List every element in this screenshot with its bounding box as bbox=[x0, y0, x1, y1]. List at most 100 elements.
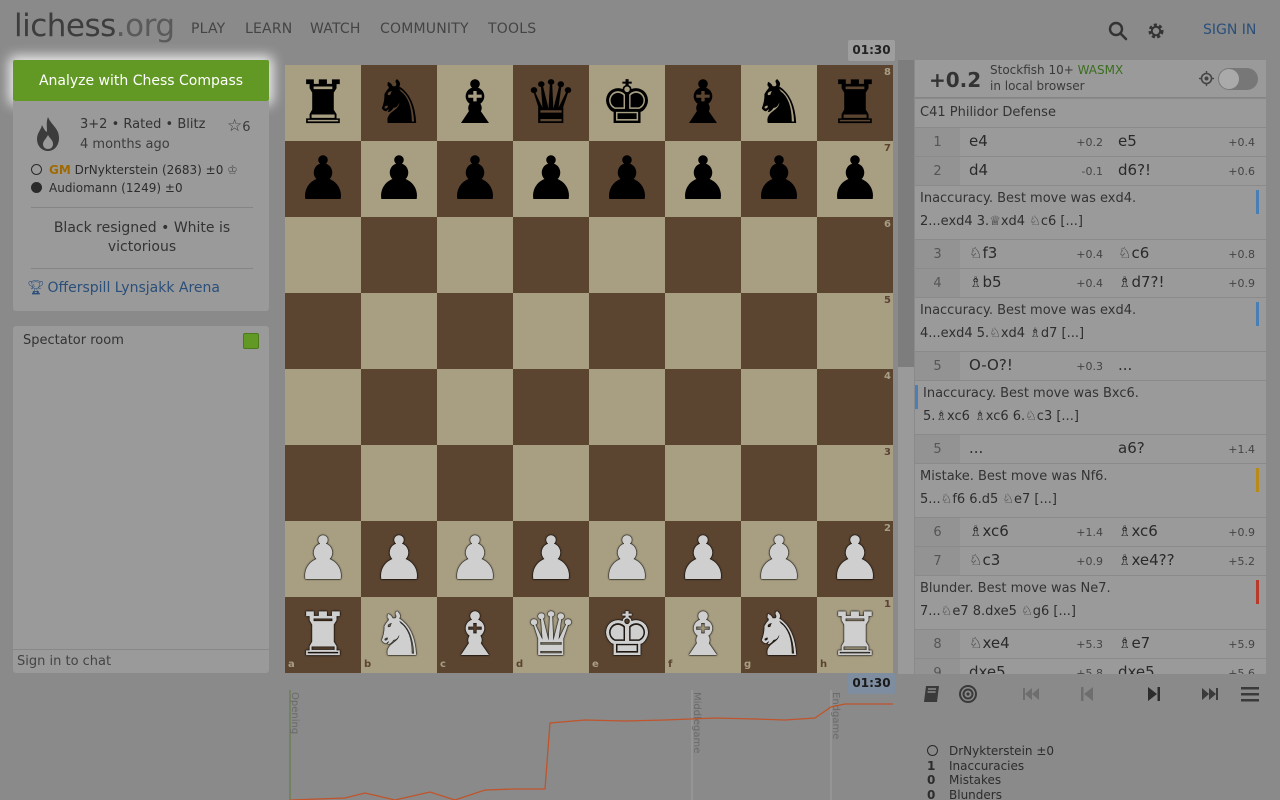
chess-board[interactable]: ♜ ♞ ♝ ♛ ♚ ♝ ♞ ♜ 8 ♟ ♟ ♟ ♟ ♟ ♟ ♟ ♟ 7 6 5 4 3 ♟ ♟ ♟ ♟ ♟ ♟ ♟ ♟ 2 ♜ a ♞ b ♝ c ♛ d ♚… bbox=[285, 65, 893, 673]
white-move[interactable]: dxe5 bbox=[969, 663, 1006, 674]
black-king-icon[interactable]: ♚ bbox=[589, 65, 665, 141]
white-rook-icon[interactable]: ♜ bbox=[817, 597, 893, 673]
white-move[interactable]: e4 bbox=[969, 132, 988, 150]
white-move[interactable]: ♘f3 bbox=[969, 244, 997, 262]
white-knight-icon[interactable]: ♞ bbox=[361, 597, 437, 673]
book-icon[interactable] bbox=[921, 684, 943, 704]
square-h4[interactable] bbox=[817, 369, 893, 445]
square-b5[interactable] bbox=[361, 293, 437, 369]
black-move[interactable]: ♗xc6 bbox=[1118, 522, 1158, 540]
black-pawn-icon[interactable]: ♟ bbox=[817, 141, 893, 217]
black-queen-icon[interactable]: ♛ bbox=[513, 65, 589, 141]
white-pawn-icon[interactable]: ♟ bbox=[361, 521, 437, 597]
white-pawn-icon[interactable]: ♟ bbox=[741, 521, 817, 597]
black-move[interactable]: a6? bbox=[1118, 439, 1145, 457]
bookmark-button[interactable]: ☆6 bbox=[227, 116, 251, 136]
nav-community[interactable]: COMMUNITY bbox=[380, 21, 469, 37]
nav-learn[interactable]: LEARN bbox=[245, 21, 292, 37]
advantage-chart[interactable]: Opening Middlegame Endgame bbox=[285, 690, 893, 800]
practice-target-icon[interactable] bbox=[957, 684, 979, 704]
square-c5[interactable] bbox=[437, 293, 513, 369]
black-pawn-icon[interactable]: ♟ bbox=[285, 141, 361, 217]
white-knight-icon[interactable]: ♞ bbox=[741, 597, 817, 673]
black-player[interactable]: Audiomann (1249) ±0 bbox=[31, 181, 183, 195]
square-b6[interactable] bbox=[361, 217, 437, 293]
square-f3[interactable] bbox=[665, 445, 741, 521]
square-g4[interactable] bbox=[741, 369, 817, 445]
white-move[interactable]: ♘xe4 bbox=[969, 634, 1010, 652]
black-pawn-icon[interactable]: ♟ bbox=[665, 141, 741, 217]
nav-play[interactable]: PLAY bbox=[191, 21, 225, 37]
square-e6[interactable] bbox=[589, 217, 665, 293]
square-h5[interactable] bbox=[817, 293, 893, 369]
black-bishop-icon[interactable]: ♝ bbox=[437, 65, 513, 141]
black-move[interactable]: dxe5 bbox=[1118, 663, 1155, 674]
square-d4[interactable] bbox=[513, 369, 589, 445]
square-f5[interactable] bbox=[665, 293, 741, 369]
sign-in-link[interactable]: SIGN IN bbox=[1203, 22, 1256, 38]
site-logo[interactable]: lichess.org bbox=[14, 8, 175, 44]
chat-input[interactable]: Sign in to chat bbox=[13, 649, 269, 673]
analyze-with-chess-compass-button[interactable]: Analyze with Chess Compass bbox=[13, 60, 269, 101]
white-pawn-icon[interactable]: ♟ bbox=[817, 521, 893, 597]
summary-player-name[interactable]: DrNykterstein ±0 bbox=[949, 744, 1054, 759]
square-e4[interactable] bbox=[589, 369, 665, 445]
black-move[interactable]: ♗d7?! bbox=[1118, 273, 1165, 291]
white-king-icon[interactable]: ♚ bbox=[589, 597, 665, 673]
square-a6[interactable] bbox=[285, 217, 361, 293]
black-move[interactable]: ... bbox=[1118, 356, 1132, 374]
nav-tools[interactable]: TOOLS bbox=[488, 21, 536, 37]
black-move[interactable]: e5 bbox=[1118, 132, 1137, 150]
white-pawn-icon[interactable]: ♟ bbox=[285, 521, 361, 597]
last-move-icon[interactable] bbox=[1199, 684, 1221, 704]
white-pawn-icon[interactable]: ♟ bbox=[437, 521, 513, 597]
white-move[interactable]: ... bbox=[969, 439, 983, 457]
black-pawn-icon[interactable]: ♟ bbox=[437, 141, 513, 217]
square-a5[interactable] bbox=[285, 293, 361, 369]
white-pawn-icon[interactable]: ♟ bbox=[589, 521, 665, 597]
square-e3[interactable] bbox=[589, 445, 665, 521]
white-move[interactable]: ♗xc6 bbox=[969, 522, 1009, 540]
square-c6[interactable] bbox=[437, 217, 513, 293]
black-move[interactable]: d6?! bbox=[1118, 161, 1151, 179]
gear-icon[interactable] bbox=[1146, 21, 1166, 41]
square-d6[interactable] bbox=[513, 217, 589, 293]
target-icon[interactable] bbox=[1199, 71, 1214, 86]
black-knight-icon[interactable]: ♞ bbox=[361, 65, 437, 141]
menu-icon[interactable] bbox=[1239, 684, 1261, 704]
white-rook-icon[interactable]: ♜ bbox=[285, 597, 361, 673]
comment-variation[interactable]: 5.♗xc6 ♗xc6 6.♘c3 [...] bbox=[923, 409, 1079, 424]
white-pawn-icon[interactable]: ♟ bbox=[665, 521, 741, 597]
square-g5[interactable] bbox=[741, 293, 817, 369]
square-f6[interactable] bbox=[665, 217, 741, 293]
first-move-icon[interactable] bbox=[1020, 684, 1042, 704]
white-move[interactable]: ♗b5 bbox=[969, 273, 1002, 291]
square-a3[interactable] bbox=[285, 445, 361, 521]
square-a4[interactable] bbox=[285, 369, 361, 445]
comment-variation[interactable]: 2...exd4 3.♕xd4 ♘c6 [...] bbox=[920, 214, 1083, 229]
white-move[interactable]: ♘c3 bbox=[969, 551, 1000, 569]
black-knight-icon[interactable]: ♞ bbox=[741, 65, 817, 141]
square-d3[interactable] bbox=[513, 445, 589, 521]
black-pawn-icon[interactable]: ♟ bbox=[361, 141, 437, 217]
white-bishop-icon[interactable]: ♝ bbox=[665, 597, 741, 673]
square-e5[interactable] bbox=[589, 293, 665, 369]
white-move[interactable]: O-O?! bbox=[969, 356, 1013, 374]
black-pawn-icon[interactable]: ♟ bbox=[589, 141, 665, 217]
black-bishop-icon[interactable]: ♝ bbox=[665, 65, 741, 141]
square-g3[interactable] bbox=[741, 445, 817, 521]
comment-variation[interactable]: 4...exd4 5.♘xd4 ♗d7 [...] bbox=[920, 326, 1084, 341]
search-icon[interactable] bbox=[1108, 21, 1128, 41]
square-h6[interactable] bbox=[817, 217, 893, 293]
square-h3[interactable] bbox=[817, 445, 893, 521]
black-pawn-icon[interactable]: ♟ bbox=[513, 141, 589, 217]
square-c3[interactable] bbox=[437, 445, 513, 521]
black-pawn-icon[interactable]: ♟ bbox=[741, 141, 817, 217]
black-move[interactable]: ♗e7 bbox=[1118, 634, 1150, 652]
engine-toggle[interactable] bbox=[1218, 68, 1258, 90]
square-c4[interactable] bbox=[437, 369, 513, 445]
square-b4[interactable] bbox=[361, 369, 437, 445]
chat-toggle-checkbox[interactable] bbox=[243, 333, 259, 349]
next-move-icon[interactable] bbox=[1143, 684, 1165, 704]
tournament-link[interactable]: 🏆︎ Offerspill Lynsjakk Arena bbox=[27, 280, 220, 296]
